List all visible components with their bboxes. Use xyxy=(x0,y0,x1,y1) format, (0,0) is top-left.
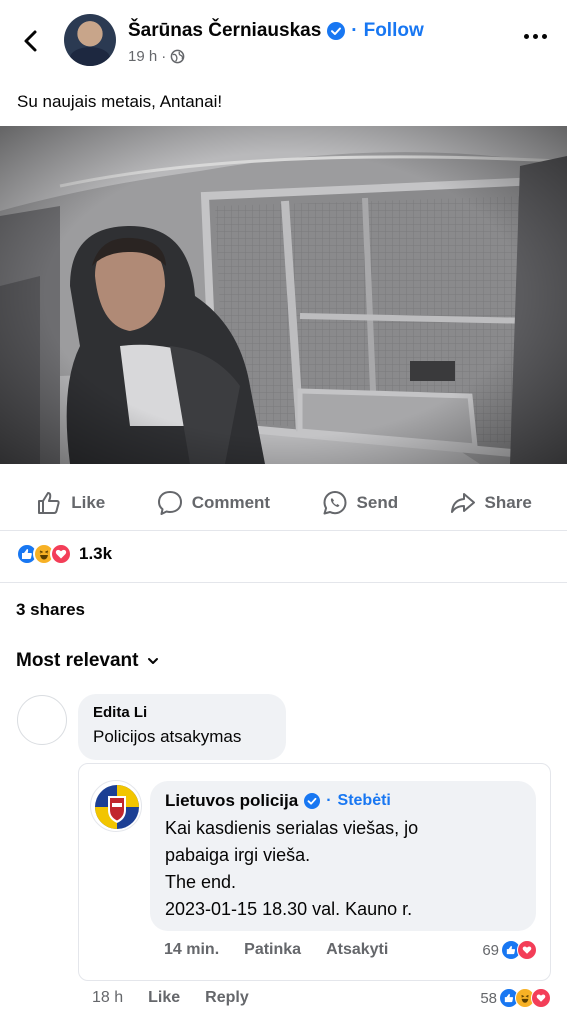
love-icon xyxy=(517,940,537,960)
reaction-count: 1.3k xyxy=(79,544,113,563)
comment-sort-selector[interactable]: Most relevant xyxy=(16,650,160,672)
globe-icon xyxy=(170,49,185,64)
reply-line: 2023-01-15 18.30 val. Kauno r. xyxy=(165,899,413,919)
cctv-cell-image xyxy=(0,126,567,464)
like-label: Like xyxy=(71,493,106,512)
send-button[interactable]: Send xyxy=(321,489,399,517)
chevron-down-icon xyxy=(148,658,159,664)
shares-count[interactable]: 3 shares xyxy=(16,600,85,620)
share-arrow-icon xyxy=(450,493,475,513)
comment-text: Policijos atsakymas xyxy=(93,727,242,746)
comment-reaction-count: 58 xyxy=(480,989,497,1007)
police-logo-icon xyxy=(95,785,139,829)
author-row: Šarūnas Černiauskas · Follow xyxy=(128,20,424,42)
reply-bubble: Lietuvos policija · Stebėti Kai kasdieni… xyxy=(150,781,536,931)
share-button[interactable]: Share xyxy=(449,489,532,517)
meta-separator: · xyxy=(161,48,167,65)
send-label: Send xyxy=(356,493,399,512)
comment-reply-button[interactable]: Reply xyxy=(205,989,249,1007)
comment-like-button[interactable]: Like xyxy=(148,989,180,1007)
thumbs-up-icon xyxy=(38,492,60,514)
follow-page-button[interactable]: Stebėti xyxy=(338,792,391,810)
reply-like-button[interactable]: Patinka xyxy=(244,941,301,959)
reply-reply-button[interactable]: Atsakyti xyxy=(326,941,388,959)
comment-bubble-icon xyxy=(157,491,182,515)
author-avatar[interactable] xyxy=(64,14,116,66)
reply-line: pabaiga irgi vieša. xyxy=(165,845,311,865)
post-text: Su naujais metais, Antanai! xyxy=(17,92,223,111)
comment-actions: 18 h Like Reply xyxy=(92,989,249,1007)
verified-badge-icon xyxy=(327,22,346,40)
reactions-summary[interactable]: 1.3k xyxy=(16,543,112,565)
post-header: Šarūnas Černiauskas · Follow 19 h · xyxy=(0,0,567,80)
reply-author[interactable]: Lietuvos policija xyxy=(165,791,298,811)
share-label: Share xyxy=(484,493,532,512)
post-action-bar: Like Comment Send Share xyxy=(0,478,567,528)
commenter-avatar[interactable] xyxy=(17,695,67,745)
post-time[interactable]: 19 h xyxy=(128,48,157,65)
reply-time[interactable]: 14 min. xyxy=(164,941,219,959)
police-avatar[interactable] xyxy=(90,780,142,832)
love-icon xyxy=(50,543,72,565)
love-icon xyxy=(531,988,551,1008)
reply-actions: 14 min. Patinka Atsakyti xyxy=(164,941,388,959)
whatsapp-icon xyxy=(323,491,347,515)
more-options-icon[interactable] xyxy=(524,34,547,39)
like-button[interactable]: Like xyxy=(35,489,105,517)
reply-line: Kai kasdienis serialas viešas, jo xyxy=(165,818,419,838)
post-meta: 19 h · xyxy=(128,48,185,65)
follow-separator: · xyxy=(326,792,332,809)
comment-label: Comment xyxy=(191,493,271,512)
back-arrow-icon[interactable] xyxy=(18,28,44,54)
reply-reaction-count: 69 xyxy=(482,941,499,959)
reply-header: Lietuvos policija · Stebėti xyxy=(165,791,521,811)
divider xyxy=(0,582,567,583)
author-name[interactable]: Šarūnas Černiauskas xyxy=(128,20,321,42)
comment-bubble: Edita Li Policijos atsakymas xyxy=(78,694,286,760)
comment-button[interactable]: Comment xyxy=(156,489,270,517)
follow-button[interactable]: Follow xyxy=(364,20,424,42)
reply-line: The end. xyxy=(165,872,237,892)
comment-reactions[interactable]: 58 xyxy=(480,988,551,1008)
comment-time[interactable]: 18 h xyxy=(92,989,123,1007)
follow-separator: · xyxy=(351,20,358,41)
verified-badge-icon xyxy=(304,793,321,809)
sort-label: Most relevant xyxy=(16,650,139,671)
post-photo[interactable] xyxy=(0,126,567,464)
reply-text: Kai kasdienis serialas viešas, jo pabaig… xyxy=(165,815,521,923)
commenter-name[interactable]: Edita Li xyxy=(93,704,271,721)
divider xyxy=(0,530,567,531)
reply-reactions[interactable]: 69 xyxy=(482,940,537,960)
